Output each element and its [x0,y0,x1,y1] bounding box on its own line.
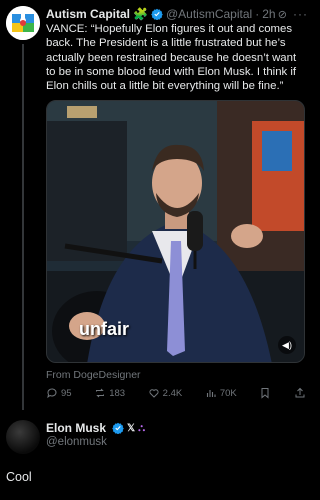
like-icon [149,389,159,398]
bookmark-icon [261,388,269,399]
affiliate-icon[interactable]: ⛬ [138,423,145,434]
dot-separator: · [255,7,260,21]
more-icon[interactable]: ··· [293,7,308,21]
mute-icon[interactable]: ◀) [278,336,296,354]
reply-author-handle[interactable]: @elonmusk [46,436,107,448]
repost-icon [96,388,105,398]
action-bar: 95 183 2.4K 70K [46,385,306,401]
verified-badge-icon [112,422,124,434]
reply-text: Cool [6,470,32,484]
post-text: VANCE: “Hopefully Elon figures it out an… [46,23,297,93]
grok-icon[interactable]: ⊘ [278,8,287,21]
like-button[interactable]: 2.4K [148,387,183,399]
reply-button[interactable]: 95 [46,387,72,399]
like-count: 2.4K [162,387,183,399]
view-count: 70K [219,387,237,399]
puzzle-logo-icon [6,6,40,40]
views-button[interactable]: 70K [205,387,237,399]
thread-line [22,44,24,410]
author-avatar[interactable] [6,6,40,40]
author-name[interactable]: Autism Capital [46,7,130,21]
author-emoji: 🧩 [133,7,148,21]
bookmark-button[interactable] [259,387,271,399]
reply-author-row: Elon Musk 𝕏 ⛬ [46,421,145,435]
reply-author-name[interactable]: Elon Musk [46,421,106,435]
views-icon [206,390,216,397]
reply-author-avatar[interactable] [6,420,40,454]
x-affiliate-badge[interactable]: 𝕏 [127,423,135,434]
video-player[interactable]: unfair ◀) [46,100,305,363]
video-caption: unfair [79,319,130,339]
repost-count: 183 [109,387,126,399]
reply-icon [47,388,57,399]
reply-count: 95 [61,387,72,399]
post-time[interactable]: 2h [262,7,275,21]
verified-badge-icon [151,8,163,20]
repost-button[interactable]: 183 [94,387,125,399]
share-button[interactable] [294,387,306,399]
author-handle[interactable]: @AutismCapital [166,7,252,21]
video-source[interactable]: From DogeDesigner [46,369,141,381]
tweet[interactable]: Autism Capital 🧩 @AutismCapital · 2h ⊘ ·… [0,0,312,410]
post-header: Autism Capital 🧩 @AutismCapital · 2h ⊘ ·… [46,6,308,22]
share-icon [295,387,305,398]
reply-tweet[interactable]: Elon Musk 𝕏 ⛬ @elonmusk Cool [0,412,312,500]
